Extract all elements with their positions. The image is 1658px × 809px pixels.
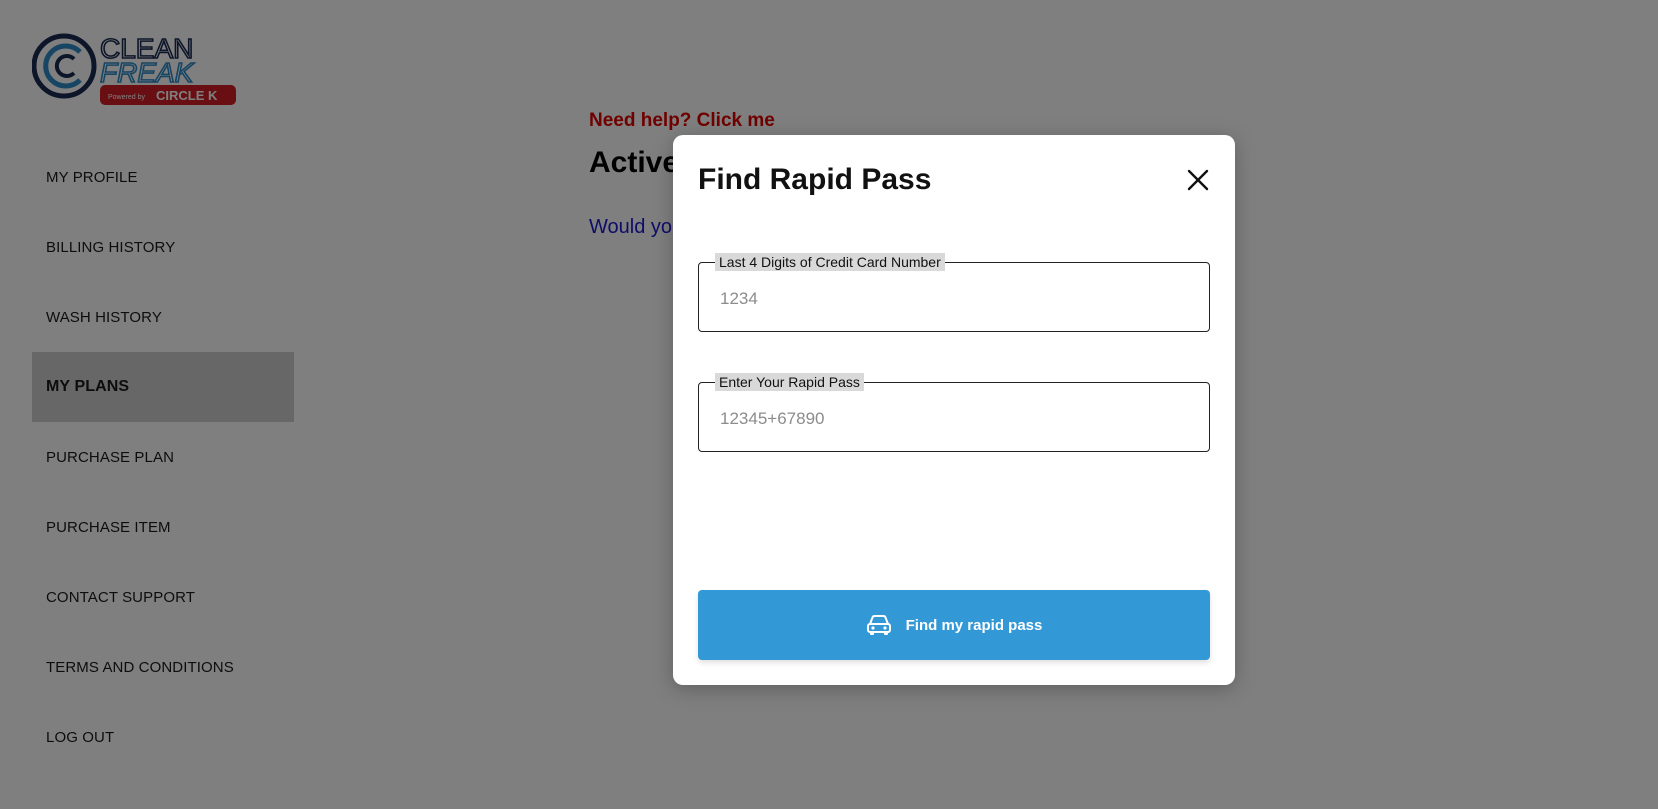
credit-card-digits-field: Last 4 Digits of Credit Card Number <box>698 253 1210 332</box>
close-button[interactable] <box>1183 165 1213 195</box>
find-my-rapid-pass-label: Find my rapid pass <box>905 616 1043 634</box>
modal-title: Find Rapid Pass <box>698 163 932 196</box>
credit-card-digits-input[interactable] <box>699 263 1209 331</box>
close-icon <box>1187 169 1209 191</box>
rapid-pass-input[interactable] <box>699 383 1209 451</box>
rapid-pass-label: Enter Your Rapid Pass <box>715 373 864 391</box>
find-my-rapid-pass-button[interactable]: Find my rapid pass <box>698 590 1210 660</box>
credit-card-digits-label: Last 4 Digits of Credit Card Number <box>715 253 945 271</box>
rapid-pass-field: Enter Your Rapid Pass <box>698 373 1210 452</box>
car-icon <box>866 615 891 635</box>
find-rapid-pass-modal: Find Rapid Pass Last 4 Digits of Credit … <box>673 135 1235 685</box>
